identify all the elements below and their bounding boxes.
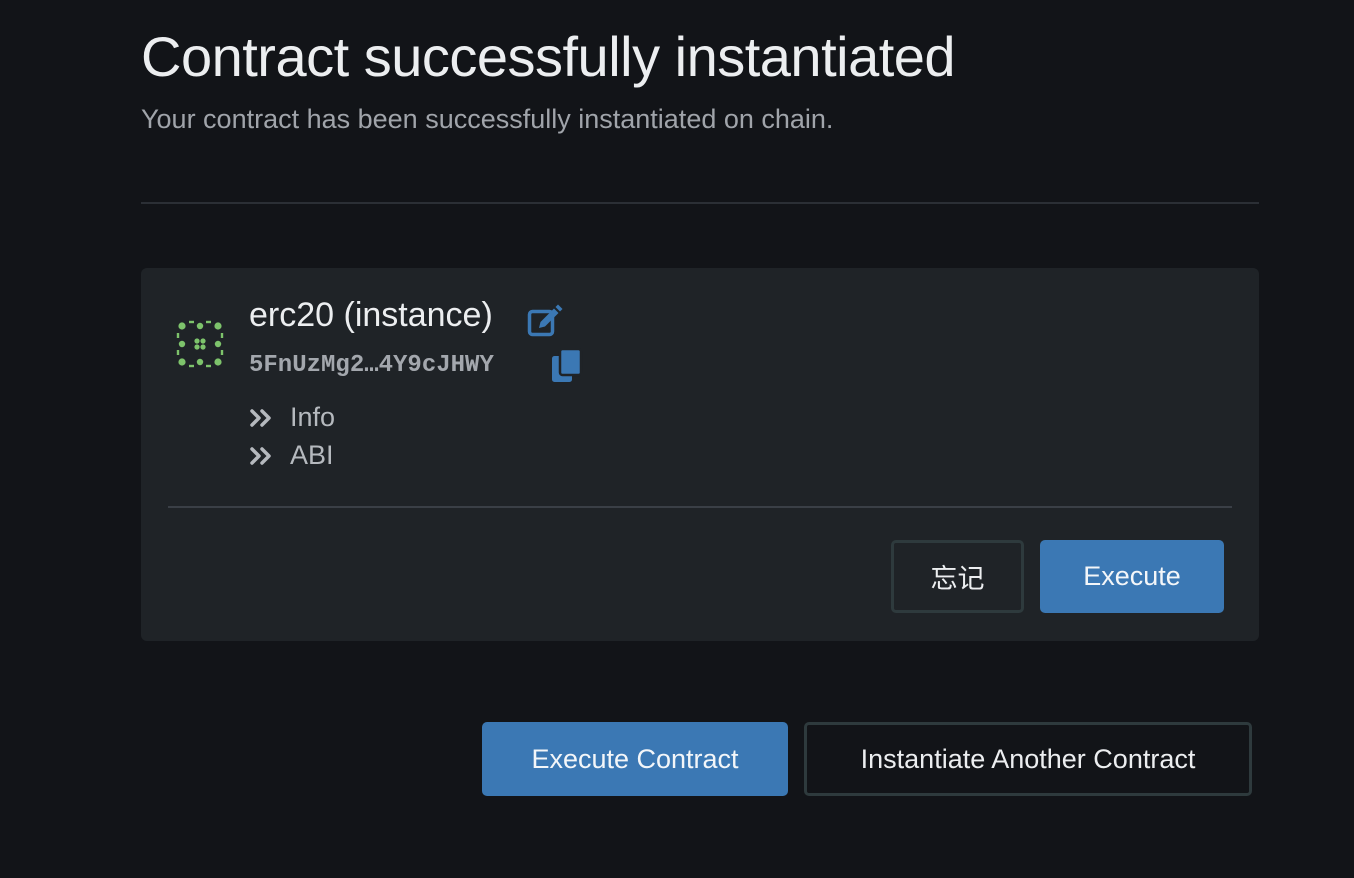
execute-contract-button[interactable]: Execute Contract — [482, 722, 788, 796]
header-divider — [141, 202, 1259, 204]
abi-label: ABI — [290, 440, 334, 470]
info-label: Info — [290, 402, 336, 432]
contract-card: erc20 (instance) 5FnUzMg2…4Y9cJHWY Info — [141, 268, 1259, 641]
forget-button[interactable]: 忘记 — [891, 540, 1024, 613]
identicon-icon — [176, 320, 224, 368]
page: Contract successfully instantiated Your … — [0, 0, 1354, 878]
abi-expander[interactable]: ABI — [249, 440, 334, 471]
page-title: Contract successfully instantiated — [141, 25, 956, 88]
instantiate-another-contract-button[interactable]: Instantiate Another Contract — [804, 722, 1252, 796]
page-subtitle: Your contract has been successfully inst… — [141, 104, 834, 134]
execute-button[interactable]: Execute — [1040, 540, 1224, 613]
card-divider — [168, 506, 1232, 508]
contract-address: 5FnUzMg2…4Y9cJHWY — [249, 352, 494, 379]
info-expander[interactable]: Info — [249, 402, 335, 433]
double-chevron-right-icon — [250, 408, 271, 427]
double-chevron-right-icon — [250, 446, 271, 465]
copy-icon[interactable] — [551, 348, 583, 384]
contract-name: erc20 (instance) — [249, 296, 493, 334]
edit-icon[interactable] — [527, 304, 563, 338]
